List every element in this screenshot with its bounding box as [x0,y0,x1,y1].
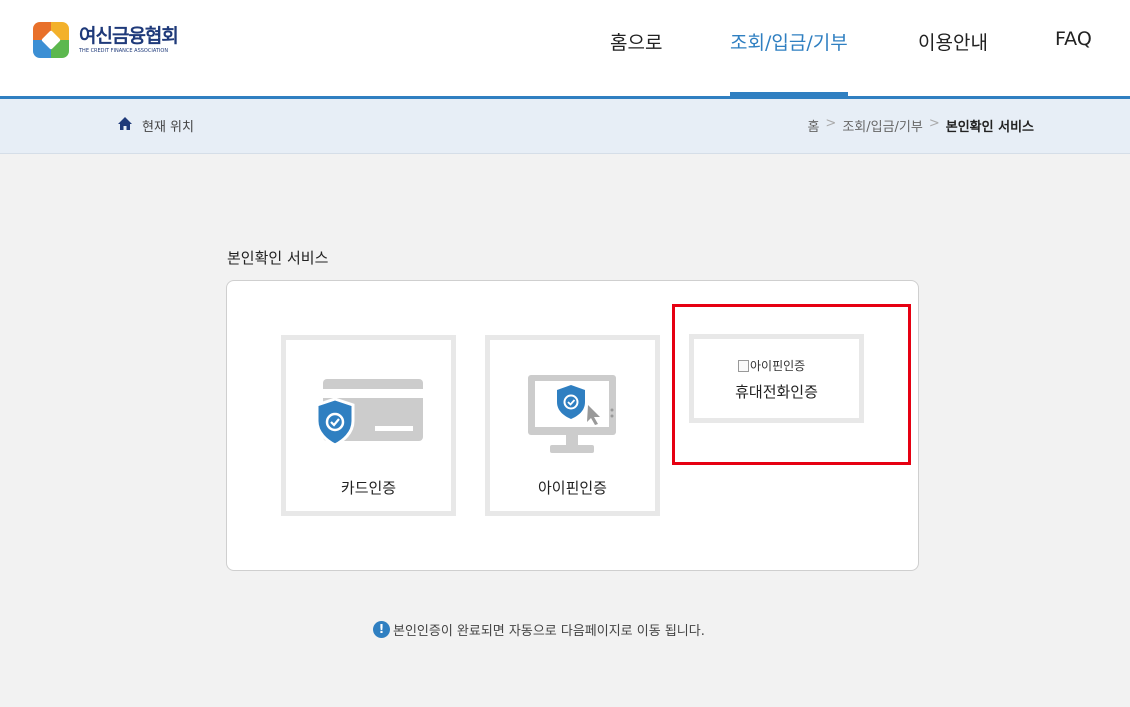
credit-card-shield-icon [315,379,423,447]
ipin-auth-label: 아이핀인증 [537,479,607,497]
page-title: 본인확인 서비스 [227,249,329,267]
site-header: 여신금융협회 THE CREDIT FINANCE ASSOCIATION 홈으… [0,0,1130,96]
exclamation-icon: ! [373,621,390,638]
breadcrumb-separator: > [825,116,837,131]
selection-highlight-box [672,304,911,465]
nav-faq[interactable]: FAQ [1055,28,1092,50]
breadcrumb-inquiry[interactable]: 조회/입금/기부 [842,116,923,135]
nav-usage-guide[interactable]: 이용안내 [918,28,988,55]
nav-home[interactable]: 홈으로 [610,28,662,55]
breadcrumb: 홈 > 조회/입금/기부 > 본인확인 서비스 [807,116,1034,135]
home-icon [118,117,132,130]
logo-mark-icon [33,22,69,58]
breadcrumb-home[interactable]: 홈 [807,116,819,135]
breadcrumb-current: 본인확인 서비스 [945,120,1034,135]
logo-text: 여신금융협회 THE CREDIT FINANCE ASSOCIATION [79,25,179,55]
breadcrumb-separator: > [928,116,940,131]
breadcrumb-location-label: 현재 위치 [142,120,194,135]
logo-name-en: THE CREDIT FINANCE ASSOCIATION [79,48,169,54]
notice-text: 본인인증이 완료되면 자동으로 다음페이지로 이동 됩니다. [393,624,705,639]
card-auth-option[interactable]: 카드인증 [281,335,456,516]
monitor-shield-cursor-icon [528,375,616,453]
logo-name-ko: 여신금융협회 [79,25,179,47]
card-auth-label: 카드인증 [340,479,397,497]
ipin-auth-option[interactable]: 아이핀인증 [485,335,660,516]
site-logo[interactable]: 여신금융협회 THE CREDIT FINANCE ASSOCIATION [33,22,179,58]
auto-redirect-notice: ! 본인인증이 완료되면 자동으로 다음페이지로 이동 됩니다. [373,620,705,639]
nav-inquiry-deposit-donation[interactable]: 조회/입금/기부 [730,28,848,55]
